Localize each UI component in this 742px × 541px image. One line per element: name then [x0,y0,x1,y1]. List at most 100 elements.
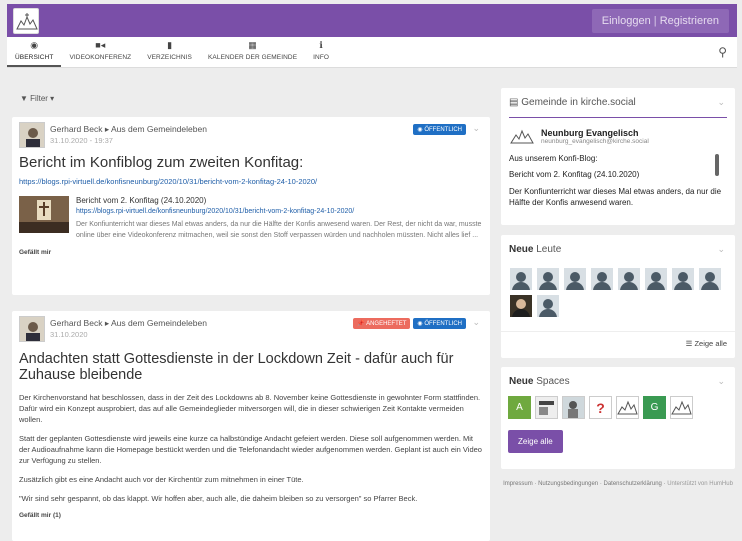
space-link[interactable]: Aus dem Gemeindeleben [111,124,207,134]
post-badges: ◉ ÖFFENTLICH [413,124,466,135]
show-all-people-link[interactable]: ☰ Zeige alle [686,339,727,348]
chevron-down-icon[interactable]: ⌄ [472,123,480,134]
footer-link-privacy[interactable]: Datenschutzerklärung [604,481,662,487]
nav-videokonferenz-label: VIDEOKONFERENZ [69,54,132,61]
profile-logo [509,126,535,146]
nav-overview[interactable]: ◉ ÜBERSICHT [7,36,62,67]
post-date[interactable]: 31.10.2020 - 19:37 [50,136,113,145]
preview-title[interactable]: Bericht vom 2. Konfitag (24.10.2020) [76,196,483,205]
preview-link[interactable]: https://blogs.rpi-virtuell.de/konfisneun… [76,208,483,215]
nav-info-label: INFO [313,54,330,61]
site-logo[interactable] [13,7,39,34]
people-header-bold: Neue [509,244,534,255]
like-button[interactable]: Gefällt mir [19,249,483,256]
nav-info[interactable]: ℹ INFO [305,36,337,67]
chevron-down-icon[interactable]: ⌄ [472,317,480,328]
people-panel-header[interactable]: Neue Leute ⌄ [501,235,735,264]
footer: Impressum · Nutzungsbedingungen · Datens… [503,481,733,487]
social-panel-header[interactable]: ▤ Gemeinde in kirche.social ⌄ [501,88,735,117]
search-icon[interactable]: ⚲ [718,45,727,59]
space-icon[interactable]: A [508,396,531,419]
author-name[interactable]: Gerhard Beck [50,318,102,328]
post-link[interactable]: https://blogs.rpi-virtuell.de/konfisneun… [19,177,483,186]
avatar[interactable] [564,268,586,290]
filter-dropdown[interactable]: ▼ Filter ▾ [20,94,54,103]
social-feed: Neunburg Evangelisch neunburg_evangelisc… [509,117,727,212]
post-paragraph: Zusätzlich gibt es eine Andacht auch vor… [19,475,304,484]
nav-verzeichnis[interactable]: ▮ VERZEICHNIS [139,36,200,67]
avatar[interactable] [699,268,721,290]
show-all-label: Zeige alle [694,339,727,348]
public-badge: ◉ ÖFFENTLICH [413,318,466,329]
social-panel-title: Gemeinde in kirche.social [521,97,636,108]
video-icon: ■◂ [95,40,106,50]
dashboard-icon: ◉ [30,40,39,50]
register-link[interactable]: Registrieren [660,15,719,27]
filter-icon: ▼ [20,94,28,103]
divider [501,331,735,332]
top-bar: Einloggen | Registrieren [7,4,737,37]
post-card: Gerhard Beck ▸ Aus dem Gemeindeleben 31.… [12,117,490,295]
social-panel: ▤ Gemeinde in kirche.social ⌄ Neunburg E… [501,88,735,225]
preview-image[interactable] [19,196,69,233]
avatar[interactable] [19,316,45,342]
nav-overview-label: ÜBERSICHT [15,54,54,61]
space-icon[interactable]: ? [589,396,612,419]
post-body: Der Kirchenvorstand hat beschlossen, das… [12,392,490,504]
social-line: Der Konfiunterricht war dieses Mal etwas… [509,187,722,207]
avatar[interactable] [510,268,532,290]
public-badge: ◉ ÖFFENTLICH [413,124,466,135]
avatar[interactable] [645,268,667,290]
avatar[interactable] [591,268,613,290]
preview-content: Bericht vom 2. Konfitag (24.10.2020) htt… [76,196,483,241]
newspaper-icon: ▤ [509,97,519,108]
post-date[interactable]: 31.10.2020 [50,330,88,339]
avatar[interactable] [537,268,559,290]
footer-powered-by[interactable]: Unterstützt von HumHub [667,481,733,487]
login-register-button[interactable]: Einloggen | Registrieren [591,8,729,33]
spaces-header-rest: Spaces [536,376,570,387]
nav-kalender[interactable]: ▦ KALENDER DER GEMEINDE [200,36,305,67]
login-link[interactable]: Einloggen [602,15,651,27]
nav-verzeichnis-label: VERZEICHNIS [147,54,192,61]
author-name[interactable]: Gerhard Beck [50,124,102,134]
space-icon[interactable] [535,396,558,419]
avatar[interactable] [618,268,640,290]
footer-link-terms[interactable]: Nutzungsbedingungen [538,481,598,487]
post-title: Bericht im Konfiblog zum zweiten Konfita… [19,154,304,171]
people-grid [501,268,735,317]
post-header: Gerhard Beck ▸ Aus dem Gemeindeleben 31.… [12,311,490,345]
nav-videokonferenz[interactable]: ■◂ VIDEOKONFERENZ [61,36,139,67]
preview-text: Der Konfiunterricht war dieses Mal etwas… [76,221,482,239]
show-all-spaces-button[interactable]: Zeige alle [508,430,563,453]
caret-down-icon: ▾ [50,94,55,103]
post-header: Gerhard Beck ▸ Aus dem Gemeindeleben 31.… [12,117,490,151]
space-icon[interactable]: G [643,396,666,419]
chevron-down-icon[interactable]: ⌄ [717,97,725,108]
space-icon[interactable] [562,396,585,419]
spaces-list: A ? G [501,396,735,419]
avatar[interactable] [19,122,45,148]
footer-link-impressum[interactable]: Impressum [503,481,533,487]
calendar-icon: ▦ [248,40,257,50]
avatar[interactable] [672,268,694,290]
avatar[interactable] [510,295,532,317]
space-icon[interactable] [670,396,693,419]
avatar[interactable] [537,295,559,317]
app-window: { "auth": {"login": "Einloggen", "regist… [0,0,742,541]
chevron-down-icon[interactable]: ⌄ [717,376,725,387]
like-button[interactable]: Gefällt mir (1) [19,512,483,519]
post-paragraph: Der Kirchenvorstand hat beschlossen, das… [19,393,481,424]
spaces-panel-header[interactable]: Neue Spaces ⌄ [501,367,735,396]
nav-kalender-label: KALENDER DER GEMEINDE [208,54,298,61]
scrollbar[interactable] [715,154,719,176]
main-nav: ◉ ÜBERSICHT ■◂ VIDEOKONFERENZ ▮ VERZEICH… [7,37,737,68]
post-title: Andachten statt Gottesdienste in der Loc… [19,351,454,383]
space-icon[interactable] [616,396,639,419]
info-icon: ℹ [319,40,323,50]
link-preview: Bericht vom 2. Konfitag (24.10.2020) htt… [19,196,483,241]
space-link[interactable]: Aus dem Gemeindeleben [111,318,207,328]
book-icon: ▮ [167,40,173,50]
social-profile[interactable]: Neunburg Evangelisch neunburg_evangelisc… [509,126,727,146]
chevron-down-icon[interactable]: ⌄ [717,244,725,255]
